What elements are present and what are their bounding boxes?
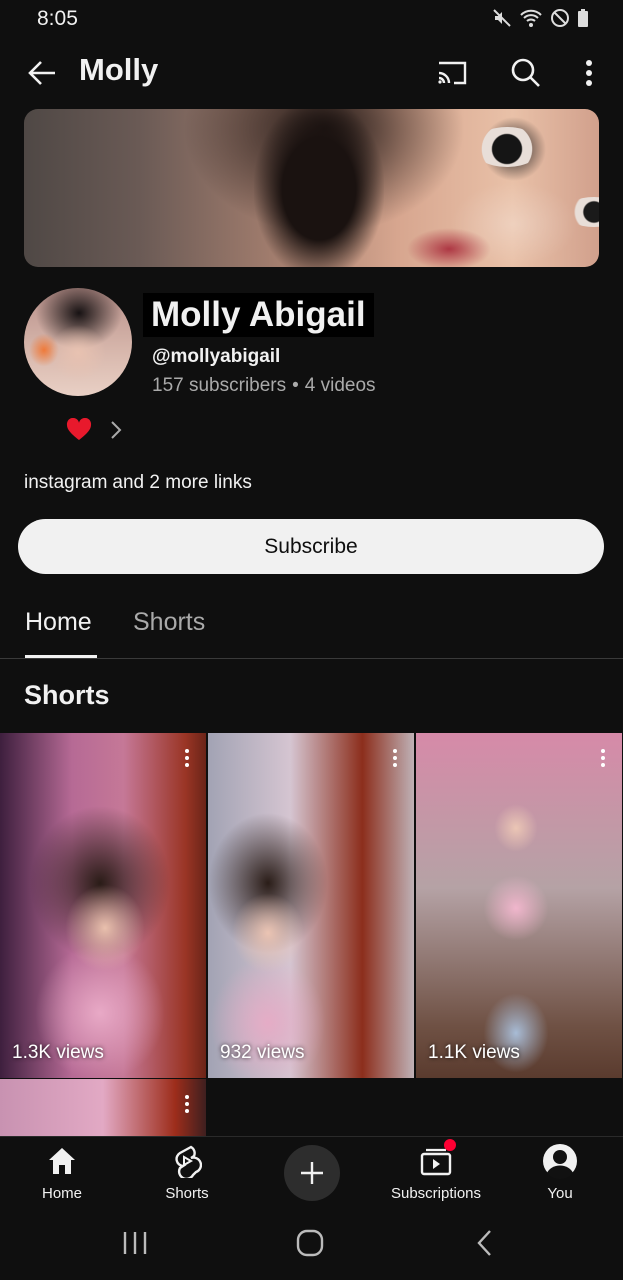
channel-handle: @mollyabigail <box>152 346 281 367</box>
back-button[interactable] <box>24 56 60 90</box>
links-primary[interactable]: instagram <box>24 472 107 494</box>
nav-subscriptions-label: Subscriptions <box>390 1185 482 1202</box>
short-more-button[interactable] <box>182 747 192 769</box>
chevron-right-icon <box>110 420 122 445</box>
system-home-button[interactable] <box>294 1226 326 1260</box>
more-vert-icon <box>601 749 605 767</box>
more-options-button[interactable] <box>576 56 602 90</box>
dnd-icon <box>550 8 570 33</box>
subscribe-button[interactable]: Subscribe <box>18 519 604 574</box>
channel-description-row[interactable] <box>66 417 122 447</box>
recent-apps-button[interactable] <box>120 1226 150 1260</box>
back-arrow-icon <box>28 61 55 85</box>
battery-icon <box>577 8 589 33</box>
avatar-icon <box>542 1143 578 1179</box>
short-views: 1.1K views <box>428 1042 520 1063</box>
channel-avatar[interactable] <box>24 288 132 396</box>
home-icon <box>44 1143 80 1179</box>
short-card[interactable]: 1.1K views <box>416 733 622 1078</box>
video-count: 4 videos <box>304 375 376 396</box>
system-navigation-bar <box>0 1212 623 1280</box>
channel-tabs: Home Shorts <box>0 600 623 659</box>
more-vert-icon <box>185 1095 189 1113</box>
channel-name: Molly Abigail <box>143 293 374 337</box>
short-card[interactable] <box>0 1079 206 1139</box>
short-card[interactable]: 1.3K views <box>0 733 206 1078</box>
top-app-bar: Molly <box>0 44 623 100</box>
tab-shorts[interactable]: Shorts <box>133 608 205 637</box>
status-icons <box>492 8 589 33</box>
nav-you-label: You <box>547 1185 573 1202</box>
more-vert-icon <box>185 749 189 767</box>
short-more-button[interactable] <box>390 747 400 769</box>
nav-shorts-label: Shorts <box>165 1185 209 1202</box>
channel-banner <box>24 109 599 267</box>
nav-subscriptions[interactable]: Subscriptions <box>381 1139 491 1202</box>
cast-button[interactable] <box>433 56 471 90</box>
search-button[interactable] <box>507 54 545 92</box>
nav-you[interactable]: You <box>505 1143 615 1202</box>
short-views: 932 views <box>220 1042 305 1063</box>
home-circle-icon <box>296 1229 324 1257</box>
short-more-button[interactable] <box>598 747 608 769</box>
search-icon <box>511 58 540 87</box>
short-more-button[interactable] <box>182 1093 192 1115</box>
notification-dot <box>444 1139 456 1151</box>
more-vert-icon <box>586 60 592 86</box>
status-bar: 8:05 <box>0 0 623 40</box>
create-button[interactable] <box>284 1145 340 1201</box>
subscriptions-icon <box>418 1139 456 1179</box>
subscriber-count: 157 subscribers <box>152 375 287 396</box>
shorts-icon <box>169 1143 205 1179</box>
plus-icon <box>301 1162 323 1184</box>
recent-apps-icon <box>123 1232 147 1254</box>
chevron-left-icon <box>477 1230 491 1256</box>
nav-home[interactable]: Home <box>7 1143 117 1202</box>
bottom-navigation: Home Shorts Subscriptions You <box>0 1136 623 1212</box>
section-title: Shorts <box>24 680 110 710</box>
heart-icon <box>66 417 92 447</box>
tab-home[interactable]: Home <box>25 608 92 637</box>
page-title: Molly <box>79 52 159 87</box>
status-time: 8:05 <box>37 7 78 30</box>
more-vert-icon <box>393 749 397 767</box>
wifi-icon <box>519 8 543 33</box>
system-back-button[interactable] <box>474 1226 494 1260</box>
channel-stats: 157 subscribers • 4 videos <box>152 375 376 397</box>
links-more[interactable]: and 2 more links <box>112 472 251 494</box>
short-views: 1.3K views <box>12 1042 104 1063</box>
mute-icon <box>492 8 512 33</box>
short-card[interactable]: 932 views <box>208 733 414 1078</box>
meta-separator: • <box>292 375 299 396</box>
active-tab-indicator <box>25 655 97 658</box>
cast-icon <box>438 61 467 85</box>
channel-links[interactable]: instagram and 2 more links <box>24 472 252 494</box>
nav-home-label: Home <box>41 1185 82 1202</box>
nav-shorts[interactable]: Shorts <box>132 1143 242 1202</box>
